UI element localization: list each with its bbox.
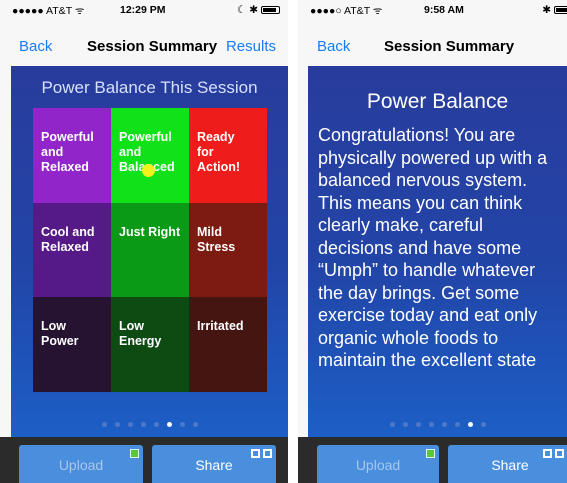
bluetooth-icon: ✱ bbox=[542, 4, 552, 16]
clock: 9:58 AM bbox=[424, 4, 464, 16]
power-balance-grid: Powerful and Relaxed Powerful and Balanc… bbox=[33, 108, 267, 392]
page-dot[interactable] bbox=[101, 422, 107, 427]
carrier-signal: ●●●●● AT&T ᯤ bbox=[12, 5, 85, 17]
status-bar: ●●●●○ AT&T ᯤ 9:58 AM ✱ bbox=[298, 0, 567, 20]
bottom-toolbar: Upload Share bbox=[298, 437, 567, 483]
session-marker-dot bbox=[142, 164, 155, 177]
carrier-signal: ●●●●○ AT&T ᯤ bbox=[310, 5, 383, 17]
power-balance-panel: Power Balance This Session Powerful and … bbox=[11, 66, 288, 437]
back-button[interactable]: Back bbox=[317, 38, 350, 55]
grid-cell: Mild Stress bbox=[189, 202, 267, 298]
grid-cell: Ready for Action! bbox=[189, 108, 267, 203]
share-button[interactable]: Share bbox=[152, 445, 276, 483]
clock: 12:29 PM bbox=[120, 4, 166, 16]
page-dot[interactable] bbox=[480, 422, 486, 427]
page-dot[interactable] bbox=[402, 422, 408, 427]
share-label: Share bbox=[491, 457, 529, 473]
upload-status-icon bbox=[426, 449, 435, 483]
page-dot[interactable] bbox=[127, 422, 133, 427]
page-dot[interactable] bbox=[153, 422, 159, 427]
page-indicator[interactable] bbox=[308, 422, 567, 427]
page-dot[interactable] bbox=[179, 422, 185, 427]
grid-cell: Cool and Relaxed bbox=[33, 202, 111, 298]
page-dot[interactable] bbox=[192, 422, 198, 427]
grid-cell: Powerful and Balanced bbox=[111, 108, 189, 203]
summary-body-text: Congratulations! You are physically powe… bbox=[318, 125, 548, 370]
page-dot[interactable] bbox=[441, 422, 447, 427]
upload-label: Upload bbox=[58, 457, 104, 473]
status-icons: ✱ bbox=[542, 4, 567, 16]
grid-title: Power Balance This Session bbox=[41, 78, 258, 97]
page-dot[interactable] bbox=[428, 422, 434, 427]
bottom-toolbar: Upload Share bbox=[0, 437, 288, 483]
grid-cell: Low Power bbox=[33, 297, 111, 392]
page-indicator[interactable] bbox=[11, 422, 288, 427]
battery-icon bbox=[261, 6, 280, 15]
page-dot[interactable] bbox=[467, 422, 473, 427]
grid-cell: Powerful and Relaxed bbox=[33, 108, 111, 203]
phone-screen-left: ●●●●● AT&T ᯤ 12:29 PM ☾ ✱ Back Session S… bbox=[0, 0, 288, 483]
phone-screen-right: ●●●●○ AT&T ᯤ 9:58 AM ✱ Back Session Summ… bbox=[298, 0, 567, 483]
page-dot[interactable] bbox=[114, 422, 120, 427]
page-dot[interactable] bbox=[415, 422, 421, 427]
grid-cell: Low Energy bbox=[111, 297, 189, 392]
share-label: Share bbox=[195, 457, 233, 473]
upload-button[interactable]: Upload bbox=[317, 445, 439, 483]
share-button[interactable]: Share bbox=[448, 445, 567, 483]
status-icons: ☾ ✱ bbox=[237, 4, 280, 16]
upload-label: Upload bbox=[355, 457, 401, 473]
upload-button[interactable]: Upload bbox=[19, 445, 143, 483]
page-title: Session Summary bbox=[87, 38, 218, 55]
back-button[interactable]: Back bbox=[19, 38, 52, 55]
page-dot[interactable] bbox=[140, 422, 146, 427]
summary-panel: Power Balance Congratulations! You are p… bbox=[308, 66, 567, 437]
status-bar: ●●●●● AT&T ᯤ 12:29 PM ☾ ✱ bbox=[0, 0, 288, 20]
navigation-bar: Back Session Summary Results bbox=[0, 26, 288, 66]
page-title: Session Summary bbox=[384, 38, 515, 55]
moon-bluetooth-icon: ☾ ✱ bbox=[236, 4, 259, 16]
page-dot[interactable] bbox=[454, 422, 460, 427]
navigation-bar: Back Session Summary bbox=[298, 26, 567, 66]
grid-cell: Just Right bbox=[111, 202, 189, 298]
grid-cell: Irritated bbox=[189, 297, 267, 392]
share-icon bbox=[540, 449, 564, 483]
battery-icon bbox=[554, 6, 567, 15]
page-dot[interactable] bbox=[389, 422, 395, 427]
page-dot[interactable] bbox=[166, 422, 172, 427]
results-button[interactable]: Results bbox=[226, 38, 276, 55]
share-icon bbox=[248, 449, 272, 483]
summary-heading: Power Balance bbox=[366, 90, 509, 113]
upload-status-icon bbox=[130, 449, 139, 483]
